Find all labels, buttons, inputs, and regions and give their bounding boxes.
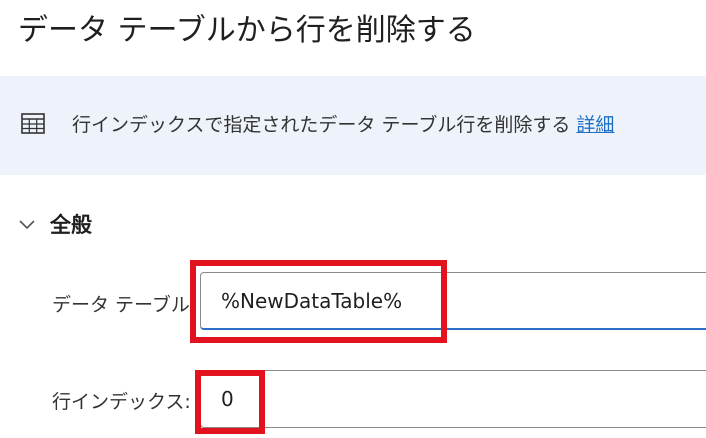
- dialog-title: データ テーブルから行を削除する: [18, 13, 476, 48]
- row-index-input[interactable]: [200, 370, 706, 428]
- chevron-down-icon: [19, 220, 35, 230]
- details-link[interactable]: 詳細: [576, 114, 614, 136]
- section-title: 全般: [50, 213, 92, 237]
- info-text: 行インデックスで指定されたデータ テーブル行を削除する 詳細: [72, 112, 614, 138]
- info-description: 行インデックスで指定されたデータ テーブル行を削除する: [72, 114, 571, 136]
- section-general-header[interactable]: 全般: [18, 206, 92, 242]
- table-icon: [21, 113, 45, 134]
- data-table-label: データ テーブル:: [52, 294, 197, 316]
- data-table-input[interactable]: [200, 272, 706, 330]
- row-index-label: 行インデックス:: [52, 391, 191, 413]
- info-banner: 行インデックスで指定されたデータ テーブル行を削除する 詳細: [0, 76, 706, 175]
- delete-row-dialog: データ テーブルから行を削除する 行インデックスで指定されたデータ テーブル行を…: [0, 0, 706, 438]
